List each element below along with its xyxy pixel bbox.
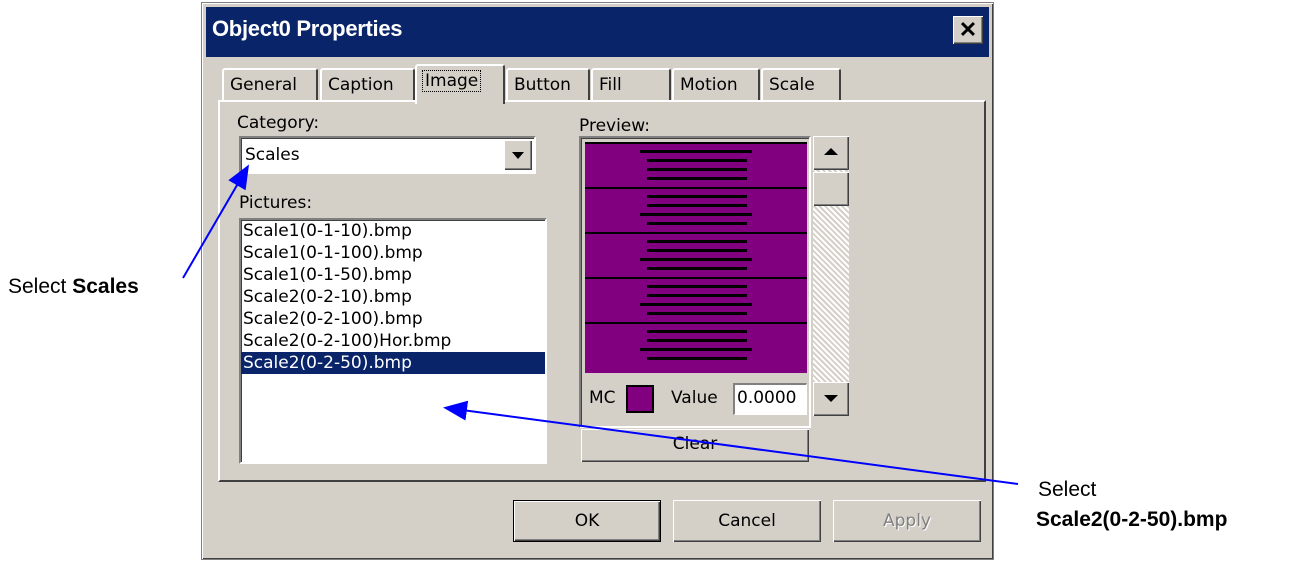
- annotation-select-picture-line2: Scale2(0-2-50).bmp: [1036, 508, 1228, 531]
- annotation-arrows: [182, 164, 1019, 485]
- tab-label: Image: [421, 70, 482, 92]
- annotation-select-picture-line1: Select: [1038, 478, 1097, 501]
- arrow-to-category: [182, 164, 250, 279]
- arrow-to-picture: [443, 400, 1019, 485]
- tab-image[interactable]: Image: [415, 64, 505, 104]
- annotation-select-scales: Select Scales: [8, 275, 139, 298]
